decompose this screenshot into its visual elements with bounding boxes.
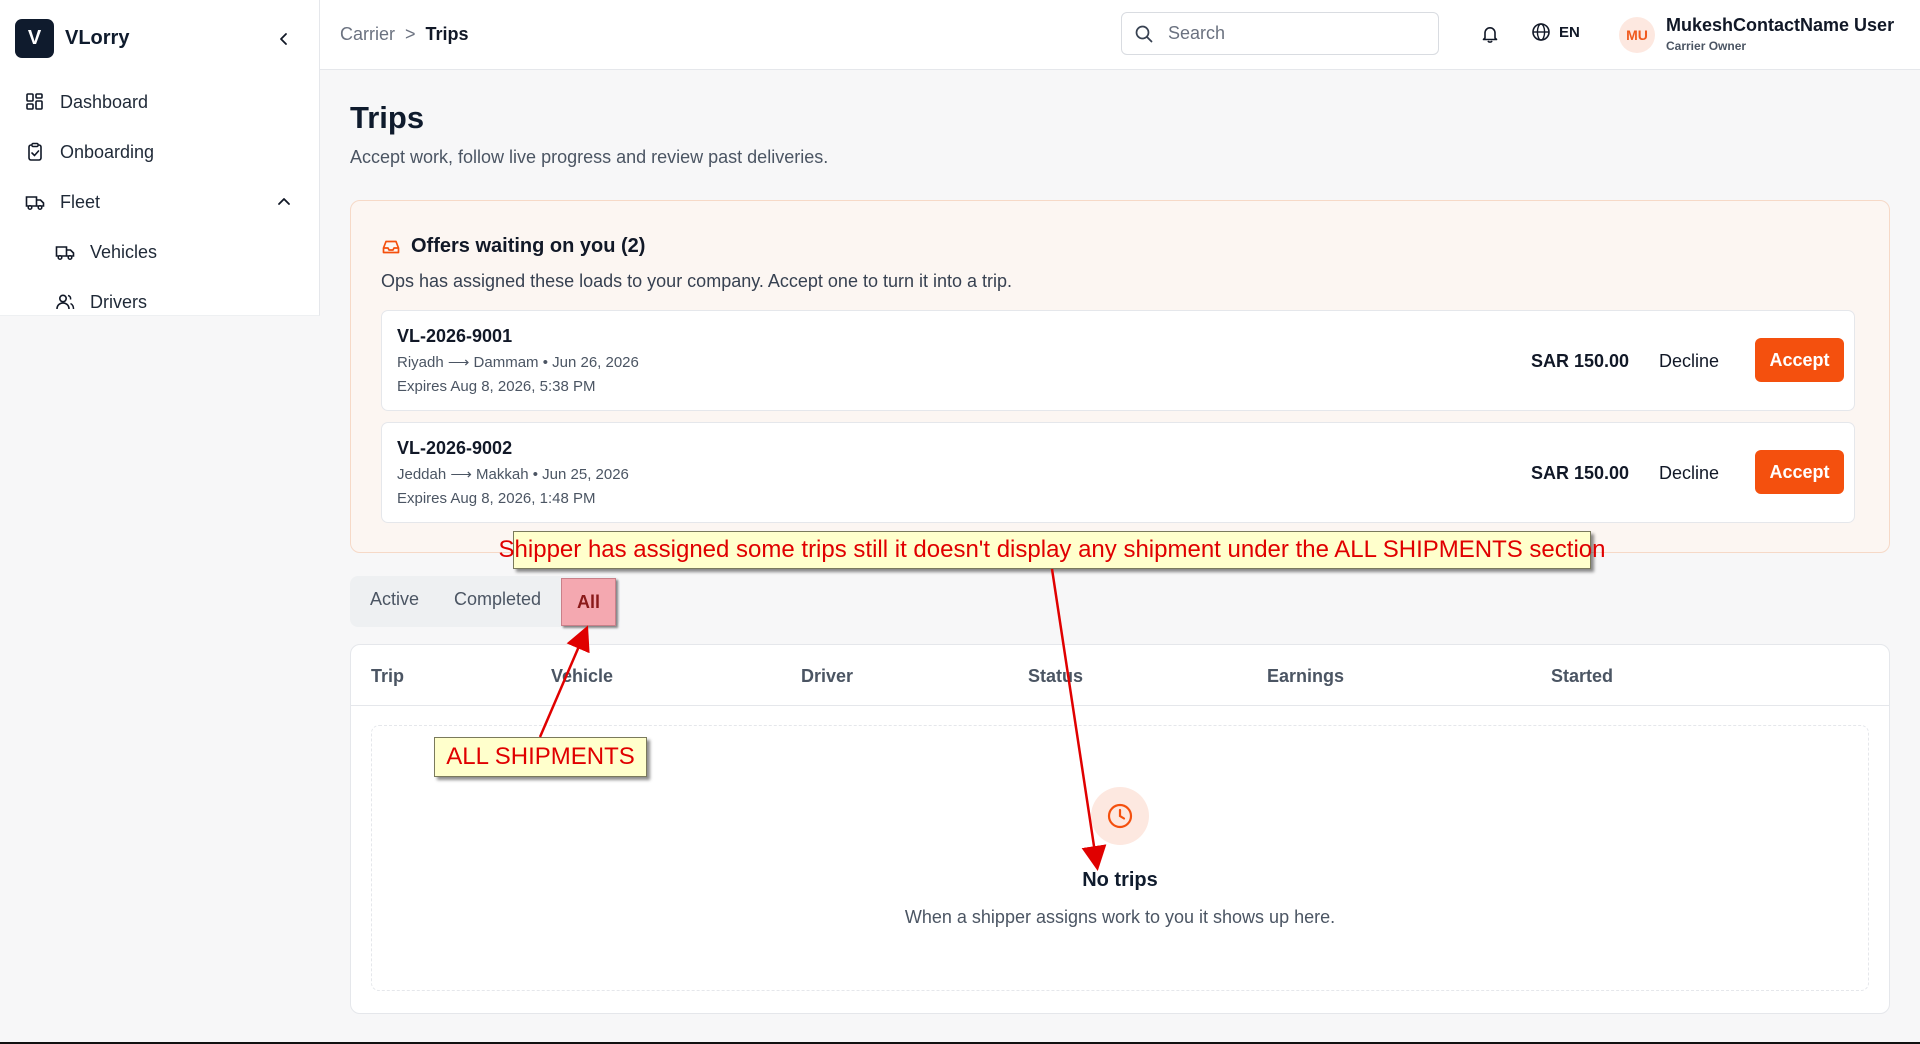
offer-price: SAR 150.00 (1531, 463, 1630, 483)
truck-icon (54, 241, 76, 263)
sidebar-item-drivers[interactable]: Drivers (54, 291, 147, 313)
search-input[interactable] (1166, 22, 1410, 45)
offer-id: VL-2026-9002 (397, 438, 513, 458)
offers-subtitle: Ops has assigned these loads to your com… (381, 271, 1013, 291)
breadcrumb-separator: > (405, 24, 416, 44)
chevron-left-icon (280, 33, 287, 45)
empty-state-title: No trips (1082, 869, 1158, 891)
sidebar-item-label: Drivers (90, 291, 147, 312)
column-header-earnings: Earnings (1267, 666, 1345, 686)
column-header-status: Status (1028, 666, 1084, 686)
truck-icon (24, 191, 46, 213)
tab-active[interactable]: Active (370, 589, 419, 610)
language-switcher[interactable]: EN (1531, 22, 1580, 42)
collapse-sidebar-button[interactable] (272, 27, 296, 51)
page-title: Trips (350, 100, 425, 135)
accept-button[interactable]: Accept (1755, 450, 1844, 494)
offer-price: SAR 150.00 (1531, 351, 1630, 371)
trips-table: Trip Vehicle Driver Status Earnings Star… (350, 644, 1890, 1014)
decline-button[interactable]: Decline (1659, 463, 1719, 484)
tab-all[interactable]: All (561, 578, 616, 626)
column-header-driver: Driver (801, 666, 854, 686)
trip-filter-tabs: Active Completed All (350, 576, 620, 627)
chevron-up-icon (278, 198, 290, 205)
dashboard-icon (24, 91, 46, 113)
offers-panel: Offers waiting on you (2) Ops has assign… (350, 200, 1890, 553)
clipboard-icon (24, 141, 46, 163)
breadcrumb-parent[interactable]: Carrier (340, 24, 395, 45)
offers-title: Offers waiting on you (2) (381, 235, 645, 258)
sidebar-item-vehicles[interactable]: Vehicles (54, 241, 157, 263)
notifications-button[interactable] (1478, 22, 1502, 46)
bell-icon (1482, 27, 1498, 43)
offer-id: VL-2026-9001 (397, 326, 513, 346)
brand-logo: V (15, 19, 54, 58)
sidebar-item-dashboard[interactable]: Dashboard (24, 91, 148, 113)
offers-title-text: Offers waiting on you (2) (411, 235, 646, 257)
offer-route: Jeddah ⟶ Makkah • Jun 25, 2026 (397, 466, 629, 483)
sidebar-item-label: Fleet (60, 191, 101, 212)
topbar: Carrier > Trips EN MU MukeshContactName … (320, 0, 1920, 70)
clock-icon (1091, 787, 1149, 845)
offer-card: VL-2026-9002 Jeddah ⟶ Makkah • Jun 25, 2… (381, 422, 1855, 523)
language-label: EN (1559, 23, 1580, 41)
offer-expiry: Expires Aug 8, 2026, 5:38 PM (397, 378, 596, 395)
sidebar-item-fleet[interactable]: Fleet (24, 191, 100, 213)
user-role: Carrier Owner (1666, 39, 1747, 53)
brand-name: VLorry (65, 27, 130, 49)
annotation-callout-main: Shipper has assigned some trips still it… (499, 531, 1605, 569)
empty-state-subtitle: When a shipper assigns work to you it sh… (904, 907, 1336, 927)
breadcrumb-current: Trips (425, 24, 469, 44)
globe-icon (1531, 22, 1551, 42)
accept-button[interactable]: Accept (1755, 338, 1844, 382)
sidebar-item-label: Dashboard (60, 91, 149, 112)
inbox-icon (381, 237, 401, 257)
search-icon (1134, 24, 1154, 44)
column-header-trip: Trip (371, 666, 405, 686)
offer-card: VL-2026-9001 Riyadh ⟶ Dammam • Jun 26, 2… (381, 310, 1855, 411)
breadcrumb: Carrier > Trips (340, 24, 469, 45)
annotation-callout-tab: ALL SHIPMENTS (434, 737, 647, 777)
column-header-vehicle: Vehicle (551, 666, 614, 686)
avatar[interactable]: MU (1619, 17, 1655, 53)
brand[interactable]: V VLorry (15, 19, 129, 58)
users-icon (54, 291, 76, 313)
sidebar-item-label: Onboarding (60, 141, 155, 162)
page-subtitle: Accept work, follow live progress and re… (350, 147, 829, 167)
search-box[interactable] (1121, 12, 1439, 55)
decline-button[interactable]: Decline (1659, 351, 1719, 372)
offer-route: Riyadh ⟶ Dammam • Jun 26, 2026 (397, 354, 639, 371)
offer-expiry: Expires Aug 8, 2026, 1:48 PM (397, 490, 596, 507)
table-header: Trip Vehicle Driver Status Earnings Star… (351, 645, 1889, 706)
sidebar-item-onboarding[interactable]: Onboarding (24, 141, 154, 163)
sidebar-item-label: Vehicles (90, 241, 158, 262)
user-name: MukeshContactName User (1666, 15, 1895, 35)
fleet-expand-toggle[interactable] (272, 190, 296, 214)
user-info[interactable]: MukeshContactName User Carrier Owner (1666, 15, 1894, 53)
tab-completed[interactable]: Completed (454, 589, 541, 610)
sidebar: V VLorry Dashboard Onboarding Fleet Vehi… (0, 0, 320, 316)
column-header-started: Started (1551, 666, 1614, 686)
